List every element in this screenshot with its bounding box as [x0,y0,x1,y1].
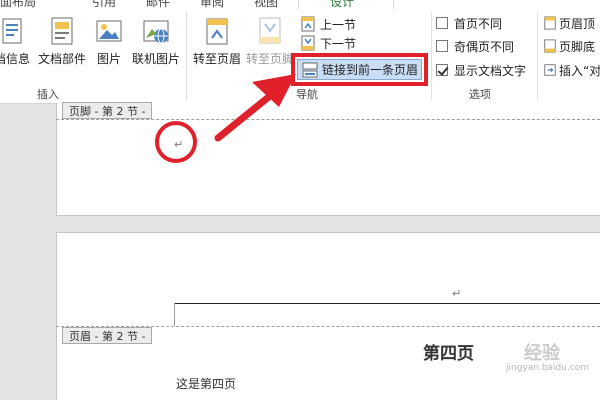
online-pictures-button[interactable]: 联机图片 [128,14,184,70]
different-first-page-checkbox[interactable]: 首页不同 [436,13,502,33]
goto-header-icon [206,18,228,45]
different-odd-even-label: 奇偶页不同 [454,39,515,54]
watermark-text: 经验 [524,343,560,364]
show-document-text-box [436,64,448,76]
picture-label: 图片 [96,52,121,66]
quick-parts-icon [51,17,73,45]
tab-review[interactable]: 审阅 [200,0,224,9]
document-info-icon [2,18,22,44]
header-section-tag: 页眉 - 第 2 节 - [62,327,153,344]
insert-alignment-tab-button[interactable]: 插入“对 [543,60,600,80]
link-to-previous-icon [302,62,318,77]
online-pictures-icon [143,20,169,44]
insert-group-label: 插入 [37,88,59,101]
group-separator [186,12,187,100]
tab-references[interactable]: 引用 [92,0,116,9]
goto-footer-icon [259,17,281,44]
page-header-region[interactable] [56,232,600,400]
tab-page-layout[interactable]: 页面布局 [0,0,36,9]
goto-header-button[interactable]: 转至页眉 [190,14,244,70]
tab-design[interactable]: 设计 [330,0,354,9]
group-separator [537,12,538,100]
show-document-text-checkbox[interactable]: 显示文档文字 [436,60,526,80]
different-odd-even-box [436,40,448,52]
footer-position-icon [544,39,556,53]
previous-section-button[interactable]: 上一节 [300,14,356,34]
picture-icon [96,20,122,42]
header-bottom-border [174,303,600,304]
online-pictures-label: 联机图片 [131,52,180,66]
group-separator [431,12,432,100]
goto-header-label: 转至页眉 [192,52,241,66]
document-info-label: 档信息 [0,52,30,66]
body-paragraph[interactable]: 这是第四页 [176,375,236,392]
picture-button[interactable]: 图片 [92,14,126,70]
next-section-icon [301,35,315,51]
header-margin-guide [174,303,175,326]
page-heading[interactable]: 第四页 [423,339,474,364]
header-from-top-control[interactable]: 页眉顶 [543,13,600,33]
next-section-label: 下一节 [320,36,357,51]
previous-section-icon [301,16,315,32]
different-first-page-box [436,17,448,29]
footer-section-tag: 页脚 - 第 2 节 - [62,102,153,119]
alignment-tab-icon [544,64,556,76]
ribbon: 页面布局 引用 邮件 审阅 视图 设计 档信息 文档部件 图片 [0,0,600,104]
ribbon-tab-strip: 页面布局 引用 邮件 审阅 视图 设计 [0,0,600,9]
footer-boundary-line [56,119,600,120]
insert-alignment-tab-label: 插入“对 [559,63,600,78]
different-first-page-label: 首页不同 [454,16,503,31]
footer-from-bottom-label: 页脚底 [559,39,596,54]
tab-mailings[interactable]: 邮件 [146,0,170,9]
document-area: 页脚 - 第 2 节 - ↵ ↵ 页眉 - 第 2 节 - 第四页 这是第四页 … [0,102,600,400]
previous-section-label: 上一节 [320,17,357,32]
footer-from-bottom-control[interactable]: 页脚底 [543,36,600,56]
link-to-previous-label: 链接到前一条页眉 [322,63,419,77]
document-info-button[interactable]: 档信息 [0,14,34,70]
goto-footer-label: 转至页脚 [245,52,294,66]
quick-parts-button[interactable]: 文档部件 [34,14,90,70]
header-position-icon [544,16,556,30]
different-odd-even-checkbox[interactable]: 奇偶页不同 [436,36,514,56]
header-paragraph-mark[interactable]: ↵ [452,287,461,300]
quick-parts-label: 文档部件 [37,52,86,66]
tab-view[interactable]: 视图 [254,0,278,9]
footer-paragraph-mark[interactable]: ↵ [174,138,183,151]
watermark-url: jingyan.baidu.com [506,363,590,373]
options-group-label: 选项 [469,88,491,101]
goto-footer-button[interactable]: 转至页脚 [244,14,296,70]
show-document-text-label: 显示文档文字 [454,63,527,78]
link-to-previous-highlight: 链接到前一条页眉 [291,53,428,86]
header-from-top-label: 页眉顶 [559,16,596,31]
next-section-button[interactable]: 下一节 [300,35,356,51]
navigation-group-label: 导航 [296,88,318,101]
link-to-previous-button[interactable]: 链接到前一条页眉 [297,59,422,80]
